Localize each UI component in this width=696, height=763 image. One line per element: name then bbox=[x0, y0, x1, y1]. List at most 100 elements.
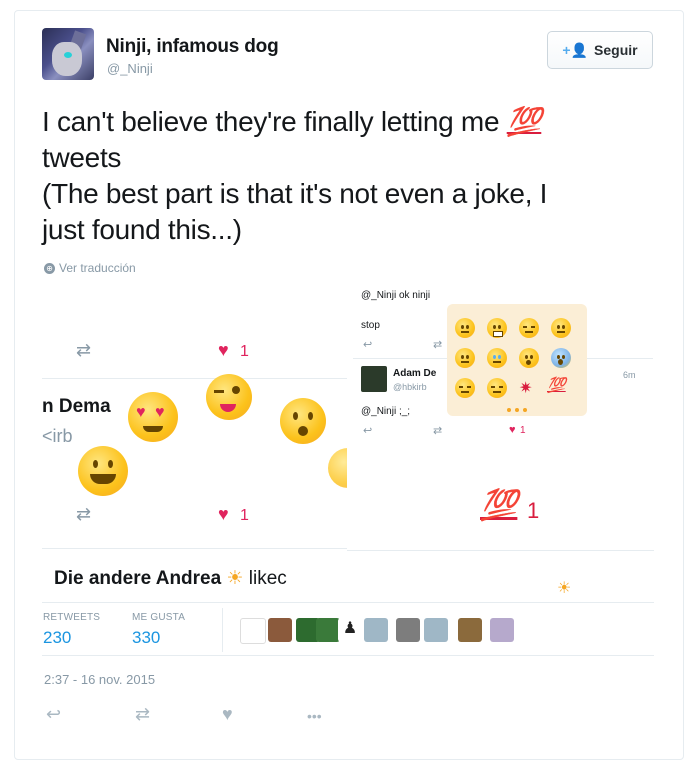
user-name-fragment: n Dema bbox=[42, 396, 111, 417]
stats-separator bbox=[222, 608, 223, 652]
emoji-mouth bbox=[298, 426, 308, 436]
reply-icon: ↩ bbox=[363, 425, 373, 437]
emoji-eye bbox=[108, 460, 113, 468]
retweet-icon[interactable]: ⇄ bbox=[135, 704, 150, 725]
globe-icon: ⊕ bbox=[44, 262, 55, 274]
liker-avatar[interactable] bbox=[268, 618, 292, 642]
liked-notification: Die andere Andrea ☀ likec bbox=[54, 567, 287, 590]
retweets-label: RETWEETS bbox=[43, 612, 101, 623]
reply-text: stop bbox=[361, 320, 380, 331]
winking-tongue-emoji-icon bbox=[206, 374, 252, 420]
tweet-line-3: (The best part is that it's not even a j… bbox=[42, 178, 548, 209]
retweet-icon: ⇄ bbox=[76, 340, 92, 360]
user-avatar bbox=[361, 366, 387, 392]
heart-eyes-emoji-icon: ♥ ♥ bbox=[128, 392, 178, 442]
emoji-wink bbox=[214, 390, 224, 393]
like-count: 1 bbox=[240, 507, 249, 524]
stats-bottom-divider bbox=[42, 655, 654, 656]
tweet-timestamp[interactable]: 2:37 - 16 nov. 2015 bbox=[44, 672, 155, 687]
stats-divider bbox=[42, 602, 654, 603]
tweet-line-1: I can't believe they're finally letting … bbox=[42, 104, 662, 140]
emoji-eye bbox=[232, 386, 240, 394]
emoji-mouth bbox=[143, 426, 163, 432]
divider bbox=[42, 548, 347, 549]
emoji-mouth bbox=[90, 474, 116, 484]
neutral-emoji-icon[interactable] bbox=[455, 318, 475, 338]
grinning-emoji-icon bbox=[78, 446, 128, 496]
liker-avatar[interactable] bbox=[240, 618, 266, 644]
heart-eye-right: ♥ bbox=[155, 404, 165, 421]
heart-icon[interactable]: ♥ bbox=[222, 704, 233, 725]
follow-button[interactable]: +👤 Seguir bbox=[547, 31, 653, 69]
heart-icon: ♥ bbox=[218, 504, 229, 524]
avatar-eye-shape bbox=[64, 52, 72, 58]
translate-label: Ver traducción bbox=[59, 261, 136, 275]
picker-page-dots bbox=[507, 408, 527, 412]
divider bbox=[42, 378, 347, 379]
reply-to-line: @_Ninji ok ninji bbox=[361, 290, 431, 301]
follow-label: Seguir bbox=[594, 42, 638, 58]
sad-emoji-icon[interactable] bbox=[455, 348, 475, 368]
hundred-emoji: 💯 bbox=[506, 106, 542, 137]
divider bbox=[347, 550, 654, 551]
tweet-line-2: tweets bbox=[42, 142, 122, 173]
media-left-screenshot: ⇄ ♥ 1 n Dema <irb ♥ ♥ ⇄ ♥ 1 Die andere A… bbox=[42, 282, 368, 602]
liker-avatar[interactable] bbox=[424, 618, 448, 642]
media-right-screenshot: @_Ninji ok ninji stop ↩ ⇄ Adam De @hbkir… bbox=[347, 282, 654, 602]
author-handle[interactable]: @_Ninji bbox=[107, 61, 153, 76]
emoji-tongue bbox=[220, 404, 236, 412]
retweet-icon: ⇄ bbox=[76, 504, 92, 524]
liker-avatar[interactable] bbox=[316, 618, 340, 642]
translate-link[interactable]: ⊕ Ver traducción bbox=[44, 261, 136, 275]
heart-eye-left: ♥ bbox=[136, 404, 146, 421]
crying-emoji-icon[interactable] bbox=[487, 348, 507, 368]
like-count: 1 bbox=[240, 343, 249, 360]
frowning-emoji-icon[interactable] bbox=[551, 318, 571, 338]
timestamp-short: 6m bbox=[623, 370, 636, 380]
add-user-icon: +👤 bbox=[562, 41, 589, 58]
heart-icon: ♥ bbox=[218, 340, 229, 360]
likes-label: ME GUSTA bbox=[132, 612, 186, 623]
retweet-icon: ⇄ bbox=[433, 425, 443, 437]
hundred-reaction: 💯 bbox=[480, 489, 518, 522]
sun-icon: ☀ bbox=[226, 568, 244, 589]
liker-avatar[interactable] bbox=[458, 618, 482, 642]
persevering-emoji-icon[interactable] bbox=[487, 378, 507, 398]
liked-verb: likec bbox=[248, 568, 287, 589]
reply-icon[interactable]: ↩ bbox=[46, 704, 61, 725]
tweet-text: I can't believe they're finally letting … bbox=[42, 104, 662, 248]
liker-avatar[interactable] bbox=[364, 618, 388, 642]
grimacing-emoji-icon[interactable] bbox=[487, 318, 507, 338]
likes-count[interactable]: 330 bbox=[132, 628, 160, 648]
emoji-eye bbox=[293, 412, 298, 420]
reply-body: @_Ninji ;_; bbox=[361, 406, 411, 417]
sleeping-emoji-icon[interactable] bbox=[519, 318, 539, 338]
author-avatar[interactable] bbox=[42, 28, 94, 80]
screaming-emoji-icon[interactable] bbox=[551, 348, 571, 368]
emoji-picker[interactable]: ✷ 💯 bbox=[447, 304, 587, 416]
sun-icon: ☀ bbox=[557, 580, 572, 597]
open-mouth-emoji-icon[interactable] bbox=[519, 348, 539, 368]
reply-icon: ↩ bbox=[363, 339, 373, 351]
user-handle: @hbkirb bbox=[393, 382, 427, 392]
retweet-icon: ⇄ bbox=[433, 339, 443, 351]
liker-avatar[interactable] bbox=[396, 618, 420, 642]
unamused-emoji-icon[interactable] bbox=[455, 378, 475, 398]
user-handle-fragment: <irb bbox=[42, 426, 73, 446]
author-name[interactable]: Ninji, infamous dog bbox=[106, 36, 279, 58]
heart-icon: ♥ bbox=[509, 424, 516, 436]
emoji-eye bbox=[308, 412, 313, 420]
liker-avatar[interactable] bbox=[490, 618, 514, 642]
hundred-count: 1 bbox=[527, 498, 540, 523]
retweets-count[interactable]: 230 bbox=[43, 628, 71, 648]
more-icon[interactable]: ••• bbox=[307, 708, 322, 724]
tweet-line-4: just found this...) bbox=[42, 214, 242, 245]
liked-user: Die andere Andrea bbox=[54, 568, 222, 589]
tweet-media-image[interactable]: ⇄ ♥ 1 n Dema <irb ♥ ♥ ⇄ ♥ 1 Die andere A… bbox=[42, 282, 654, 602]
party-popper-icon[interactable]: ✷ bbox=[519, 378, 532, 398]
hundred-emoji-option[interactable]: 💯 bbox=[547, 376, 566, 394]
liker-avatar[interactable]: ♟ bbox=[338, 618, 362, 642]
user-name: Adam De bbox=[393, 368, 437, 379]
emoji-eye bbox=[93, 460, 98, 468]
tweet-line-1-text: I can't believe they're finally letting … bbox=[42, 106, 507, 137]
